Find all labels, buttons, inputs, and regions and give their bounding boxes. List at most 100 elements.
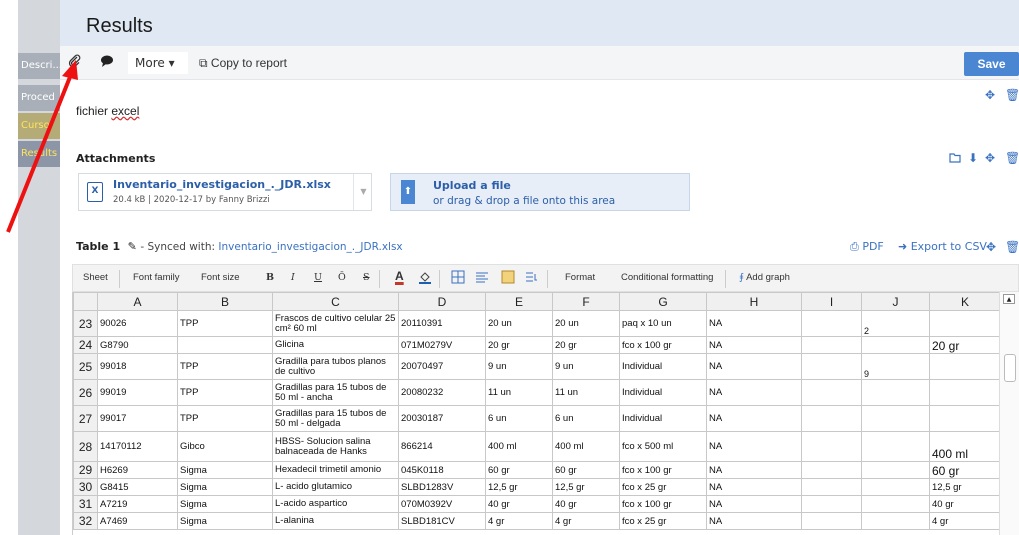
table-cell[interactable]: 2 — [861, 310, 930, 337]
table-cell[interactable] — [177, 336, 273, 354]
column-header[interactable]: K — [929, 292, 1001, 311]
table-cell[interactable]: HBSS- Solucion salina balnaceada de Hank… — [272, 431, 399, 462]
table-cell[interactable]: Sigma — [177, 461, 273, 479]
table-cell[interactable]: 20 gr — [929, 336, 1001, 354]
table-cell[interactable] — [801, 431, 862, 462]
table-cell[interactable]: H6269 — [97, 461, 178, 479]
table-cell[interactable]: G8415 — [97, 478, 178, 496]
select-all-corner[interactable] — [73, 292, 98, 311]
sheet-menu[interactable]: Sheet — [83, 272, 108, 283]
table-cell[interactable]: 20070497 — [398, 353, 486, 380]
table-cell[interactable]: 20030187 — [398, 405, 486, 432]
table-cell[interactable]: 60 gr — [552, 461, 620, 479]
table-cell[interactable]: 9 un — [485, 353, 553, 380]
table-cell[interactable] — [801, 353, 862, 380]
column-header[interactable]: H — [706, 292, 802, 311]
sidebar-item-description[interactable]: Descri... — [18, 53, 60, 79]
column-header[interactable]: C — [272, 292, 399, 311]
column-header[interactable]: B — [177, 292, 273, 311]
conditional-formatting-menu[interactable]: Conditional formatting — [621, 272, 713, 283]
row-header[interactable]: 29 — [73, 461, 98, 479]
table-cell[interactable] — [929, 405, 1001, 432]
table-cell[interactable]: NA — [706, 512, 802, 530]
table-cell[interactable]: 11 un — [485, 379, 553, 406]
table-cell[interactable] — [801, 405, 862, 432]
table-cell[interactable]: 6 un — [552, 405, 620, 432]
table-cell[interactable]: 400 ml — [485, 431, 553, 462]
sidebar-item-curso[interactable]: Curso — [18, 113, 60, 139]
table-cell[interactable]: 070M0392V — [398, 495, 486, 513]
column-header[interactable]: A — [97, 292, 178, 311]
table-cell[interactable]: 11 un — [552, 379, 620, 406]
table-cell[interactable]: 40 gr — [929, 495, 1001, 513]
table-cell[interactable]: NA — [706, 379, 802, 406]
table-cell[interactable]: 99019 — [97, 379, 178, 406]
table-cell[interactable]: TPP — [177, 379, 273, 406]
table-cell[interactable] — [861, 431, 930, 462]
table-cell[interactable]: TPP — [177, 353, 273, 380]
bold-button[interactable]: B — [266, 272, 274, 283]
note-text[interactable]: fichier excel — [76, 104, 139, 118]
trash-icon[interactable]: 🗑 — [1005, 88, 1019, 102]
table-cell[interactable]: 12,5 gr — [552, 478, 620, 496]
table-cell[interactable] — [861, 478, 930, 496]
table-cell[interactable]: 045K0118 — [398, 461, 486, 479]
table-cell[interactable]: NA — [706, 353, 802, 380]
table-cell[interactable]: 20 un — [552, 310, 620, 337]
table-cell[interactable] — [861, 461, 930, 479]
table-cell[interactable]: 12,5 gr — [929, 478, 1001, 496]
overline-button[interactable]: Ō — [338, 272, 346, 283]
table-cell[interactable]: 40 gr — [485, 495, 553, 513]
table-cell[interactable]: 99017 — [97, 405, 178, 432]
column-header[interactable]: G — [619, 292, 707, 311]
table-cell[interactable] — [861, 336, 930, 354]
upload-dropzone[interactable]: ⬆ Upload a file or drag & drop a file on… — [390, 173, 690, 211]
sidebar-item-procedure[interactable]: Proced — [18, 85, 60, 111]
column-header[interactable]: I — [801, 292, 862, 311]
spreadsheet-grid[interactable]: A B C D E F G H I J K 23 90026 TPP Frascos … — [72, 292, 1019, 535]
table-cell[interactable]: 90026 — [97, 310, 178, 337]
row-header[interactable]: 32 — [73, 512, 98, 530]
table-cell[interactable]: 12,5 gr — [485, 478, 553, 496]
table-cell[interactable]: 14170112 — [97, 431, 178, 462]
table-cell[interactable]: Hexadecil trimetil amonio — [272, 461, 399, 479]
row-header[interactable]: 24 — [73, 336, 98, 354]
sidebar-item-results[interactable]: Results — [18, 141, 60, 167]
table-cell[interactable]: paq x 10 un — [619, 310, 707, 337]
move-icon[interactable]: ✥ — [985, 151, 995, 165]
save-button[interactable]: Save — [964, 52, 1019, 76]
table-cell[interactable]: fco x 25 gr — [619, 512, 707, 530]
move-icon[interactable]: ✥ — [985, 88, 995, 102]
trash-icon[interactable]: 🗑 — [1005, 240, 1019, 254]
underline-button[interactable]: U — [314, 272, 322, 283]
row-header[interactable]: 25 — [73, 353, 98, 380]
table-cell[interactable]: G8790 — [97, 336, 178, 354]
table-cell[interactable]: NA — [706, 310, 802, 337]
column-header[interactable]: F — [552, 292, 620, 311]
row-header[interactable]: 30 — [73, 478, 98, 496]
borders-icon[interactable] — [451, 270, 465, 287]
table-cell[interactable]: 20 un — [485, 310, 553, 337]
pdf-button[interactable]: ⎙ PDF — [850, 240, 884, 254]
more-dropdown[interactable]: More ▾ — [128, 52, 188, 74]
row-header[interactable]: 23 — [73, 310, 98, 337]
table-cell[interactable]: Gradillas para 15 tubos de 50 ml - ancha — [272, 379, 399, 406]
table-cell[interactable] — [801, 461, 862, 479]
table-cell[interactable] — [861, 495, 930, 513]
table-cell[interactable]: TPP — [177, 310, 273, 337]
table-cell[interactable]: NA — [706, 495, 802, 513]
table-cell[interactable]: NA — [706, 405, 802, 432]
table-cell[interactable]: 6 un — [485, 405, 553, 432]
row-header[interactable]: 28 — [73, 431, 98, 462]
row-header[interactable]: 31 — [73, 495, 98, 513]
table-cell[interactable] — [861, 512, 930, 530]
scroll-thumb[interactable] — [1004, 354, 1016, 382]
table-cell[interactable]: A7469 — [97, 512, 178, 530]
table-cell[interactable]: 866214 — [398, 431, 486, 462]
table-cell[interactable]: Individual — [619, 379, 707, 406]
table-cell[interactable]: 60 gr — [929, 461, 1001, 479]
table-cell[interactable] — [861, 379, 930, 406]
table-cell[interactable] — [929, 379, 1001, 406]
table-cell[interactable]: 9 un — [552, 353, 620, 380]
merge-cells-icon[interactable] — [501, 270, 515, 287]
